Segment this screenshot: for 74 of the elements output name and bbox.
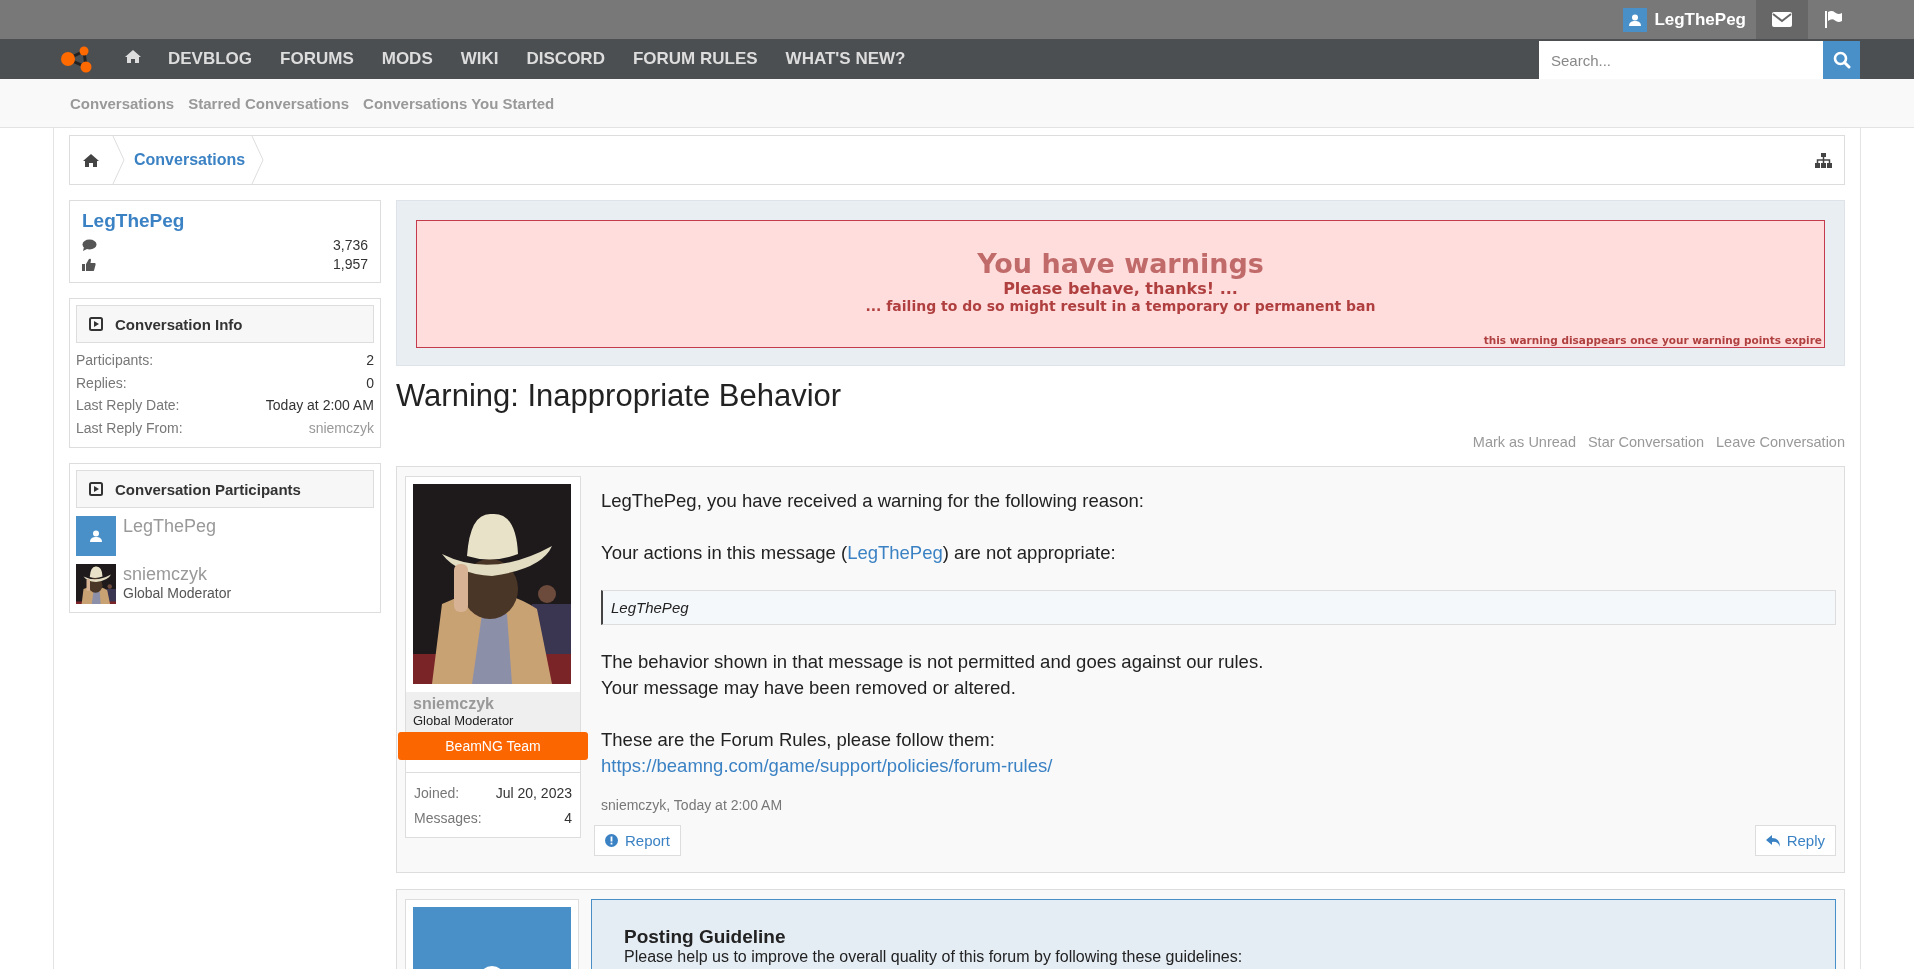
user-menu-link[interactable]: LegThePeg xyxy=(1613,0,1756,39)
participant-role: Global Moderator xyxy=(123,585,232,601)
breadcrumb-link[interactable]: Conversations xyxy=(126,151,252,169)
stat-label: Messages: xyxy=(414,809,482,828)
author-role: Global Moderator xyxy=(413,713,515,728)
play-square-icon xyxy=(89,317,103,331)
profile-name[interactable]: LegThePeg xyxy=(82,210,368,232)
nav-link[interactable]: FORUMS xyxy=(266,49,368,69)
message-link[interactable]: LegThePeg xyxy=(847,542,943,563)
nav-link[interactable]: DEVBLOG xyxy=(154,49,267,69)
thumbs-up-icon xyxy=(82,258,96,271)
warning-text: ... failing to do so might result in a temporary or permanent ban xyxy=(864,298,1377,315)
quote-text: LegThePeg xyxy=(611,599,689,616)
message-text: Your message may have been removed or altered. xyxy=(601,676,1017,700)
warning-text: Please behave, thanks! ... xyxy=(1002,279,1239,298)
info-value: 2 xyxy=(366,351,374,370)
inbox-button[interactable] xyxy=(1756,0,1808,39)
warning-title: You have warnings xyxy=(976,249,1265,279)
tab-link[interactable]: Starred Conversations xyxy=(188,94,350,112)
nav-link[interactable]: MODS xyxy=(367,49,447,69)
report-button[interactable]: Report xyxy=(594,825,682,856)
participant-name[interactable]: sniemczyk xyxy=(123,564,232,585)
default-avatar[interactable] xyxy=(76,516,116,556)
info-label: Replies: xyxy=(76,373,127,393)
search-icon xyxy=(1832,51,1851,69)
message-text: The behavior shown in that message is not permitted and goes against our rules. xyxy=(601,650,1265,674)
speech-bubble-icon xyxy=(82,239,97,252)
tab-link[interactable]: Conversations You Started xyxy=(363,94,555,112)
conversation-title: Warning: Inappropriate Behavior xyxy=(396,378,843,414)
participant-name[interactable]: LegThePeg xyxy=(123,516,217,537)
flag-icon xyxy=(1825,11,1843,28)
nav-link[interactable]: WIKI xyxy=(446,49,513,69)
home-icon[interactable] xyxy=(82,152,100,168)
play-square-icon xyxy=(89,482,103,496)
home-icon xyxy=(124,49,142,64)
info-value: 0 xyxy=(366,373,374,393)
action-link[interactable]: Star Conversation xyxy=(1587,434,1704,450)
info-label: Participants: xyxy=(76,351,154,370)
like-count: 1,957 xyxy=(332,255,368,274)
search-button[interactable] xyxy=(1823,41,1860,79)
info-value: Today at 2:00 AM xyxy=(265,396,374,415)
stat-label: Joined: xyxy=(414,784,460,803)
guideline-text: Please help us to improve the overall quality of this forum by following these guidelines: xyxy=(624,948,1244,966)
nav-link[interactable]: WHAT'S NEW? xyxy=(771,49,920,69)
warning-note: this warning disappears once your warning points expire xyxy=(1483,334,1822,346)
info-label: Last Reply Date: xyxy=(76,396,180,415)
avatar-icon xyxy=(89,529,103,543)
message-text: LegThePeg, you have received a warning for the following reason: xyxy=(601,489,1145,513)
message-count: 3,736 xyxy=(332,236,368,255)
search-field[interactable]: Search... xyxy=(1539,41,1823,79)
action-link[interactable]: Mark as Unread xyxy=(1472,434,1576,450)
section-title: Conversation Info xyxy=(115,315,243,333)
envelope-icon xyxy=(1772,12,1792,27)
user-banner: BeamNG Team xyxy=(398,732,588,760)
message-meta: sniemczyk, Today at 2:00 AM xyxy=(601,797,784,813)
stat-value: 4 xyxy=(564,809,572,828)
tab-link[interactable]: Conversations xyxy=(70,94,175,112)
rules-link[interactable]: https://beamng.com/game/support/policies/forum-rules/ xyxy=(601,755,1053,776)
author-name[interactable]: sniemczyk xyxy=(413,695,573,713)
action-link[interactable]: Leave Conversation xyxy=(1716,434,1845,450)
user-link[interactable]: sniemczyk xyxy=(308,416,374,439)
guideline-title: Posting Guideline xyxy=(624,926,787,948)
sitemap-icon[interactable] xyxy=(1815,152,1832,168)
nav-link[interactable]: FORUM RULES xyxy=(618,49,772,69)
stat-value: Jul 20, 2023 xyxy=(495,784,572,803)
info-label: Last Reply From: xyxy=(76,418,183,438)
reply-button[interactable]: Reply xyxy=(1754,825,1836,856)
section-title: Conversation Participants xyxy=(115,480,301,498)
message-text: These are the Forum Rules, please follow them: xyxy=(601,728,996,752)
avatar-icon xyxy=(1628,12,1643,27)
alert-icon xyxy=(605,834,618,847)
message-text: Your actions in this message (LegThePeg) are not appropriate: xyxy=(601,541,1117,565)
reply-arrow-icon xyxy=(1765,834,1780,847)
nav-link[interactable]: DISCORD xyxy=(512,49,619,69)
